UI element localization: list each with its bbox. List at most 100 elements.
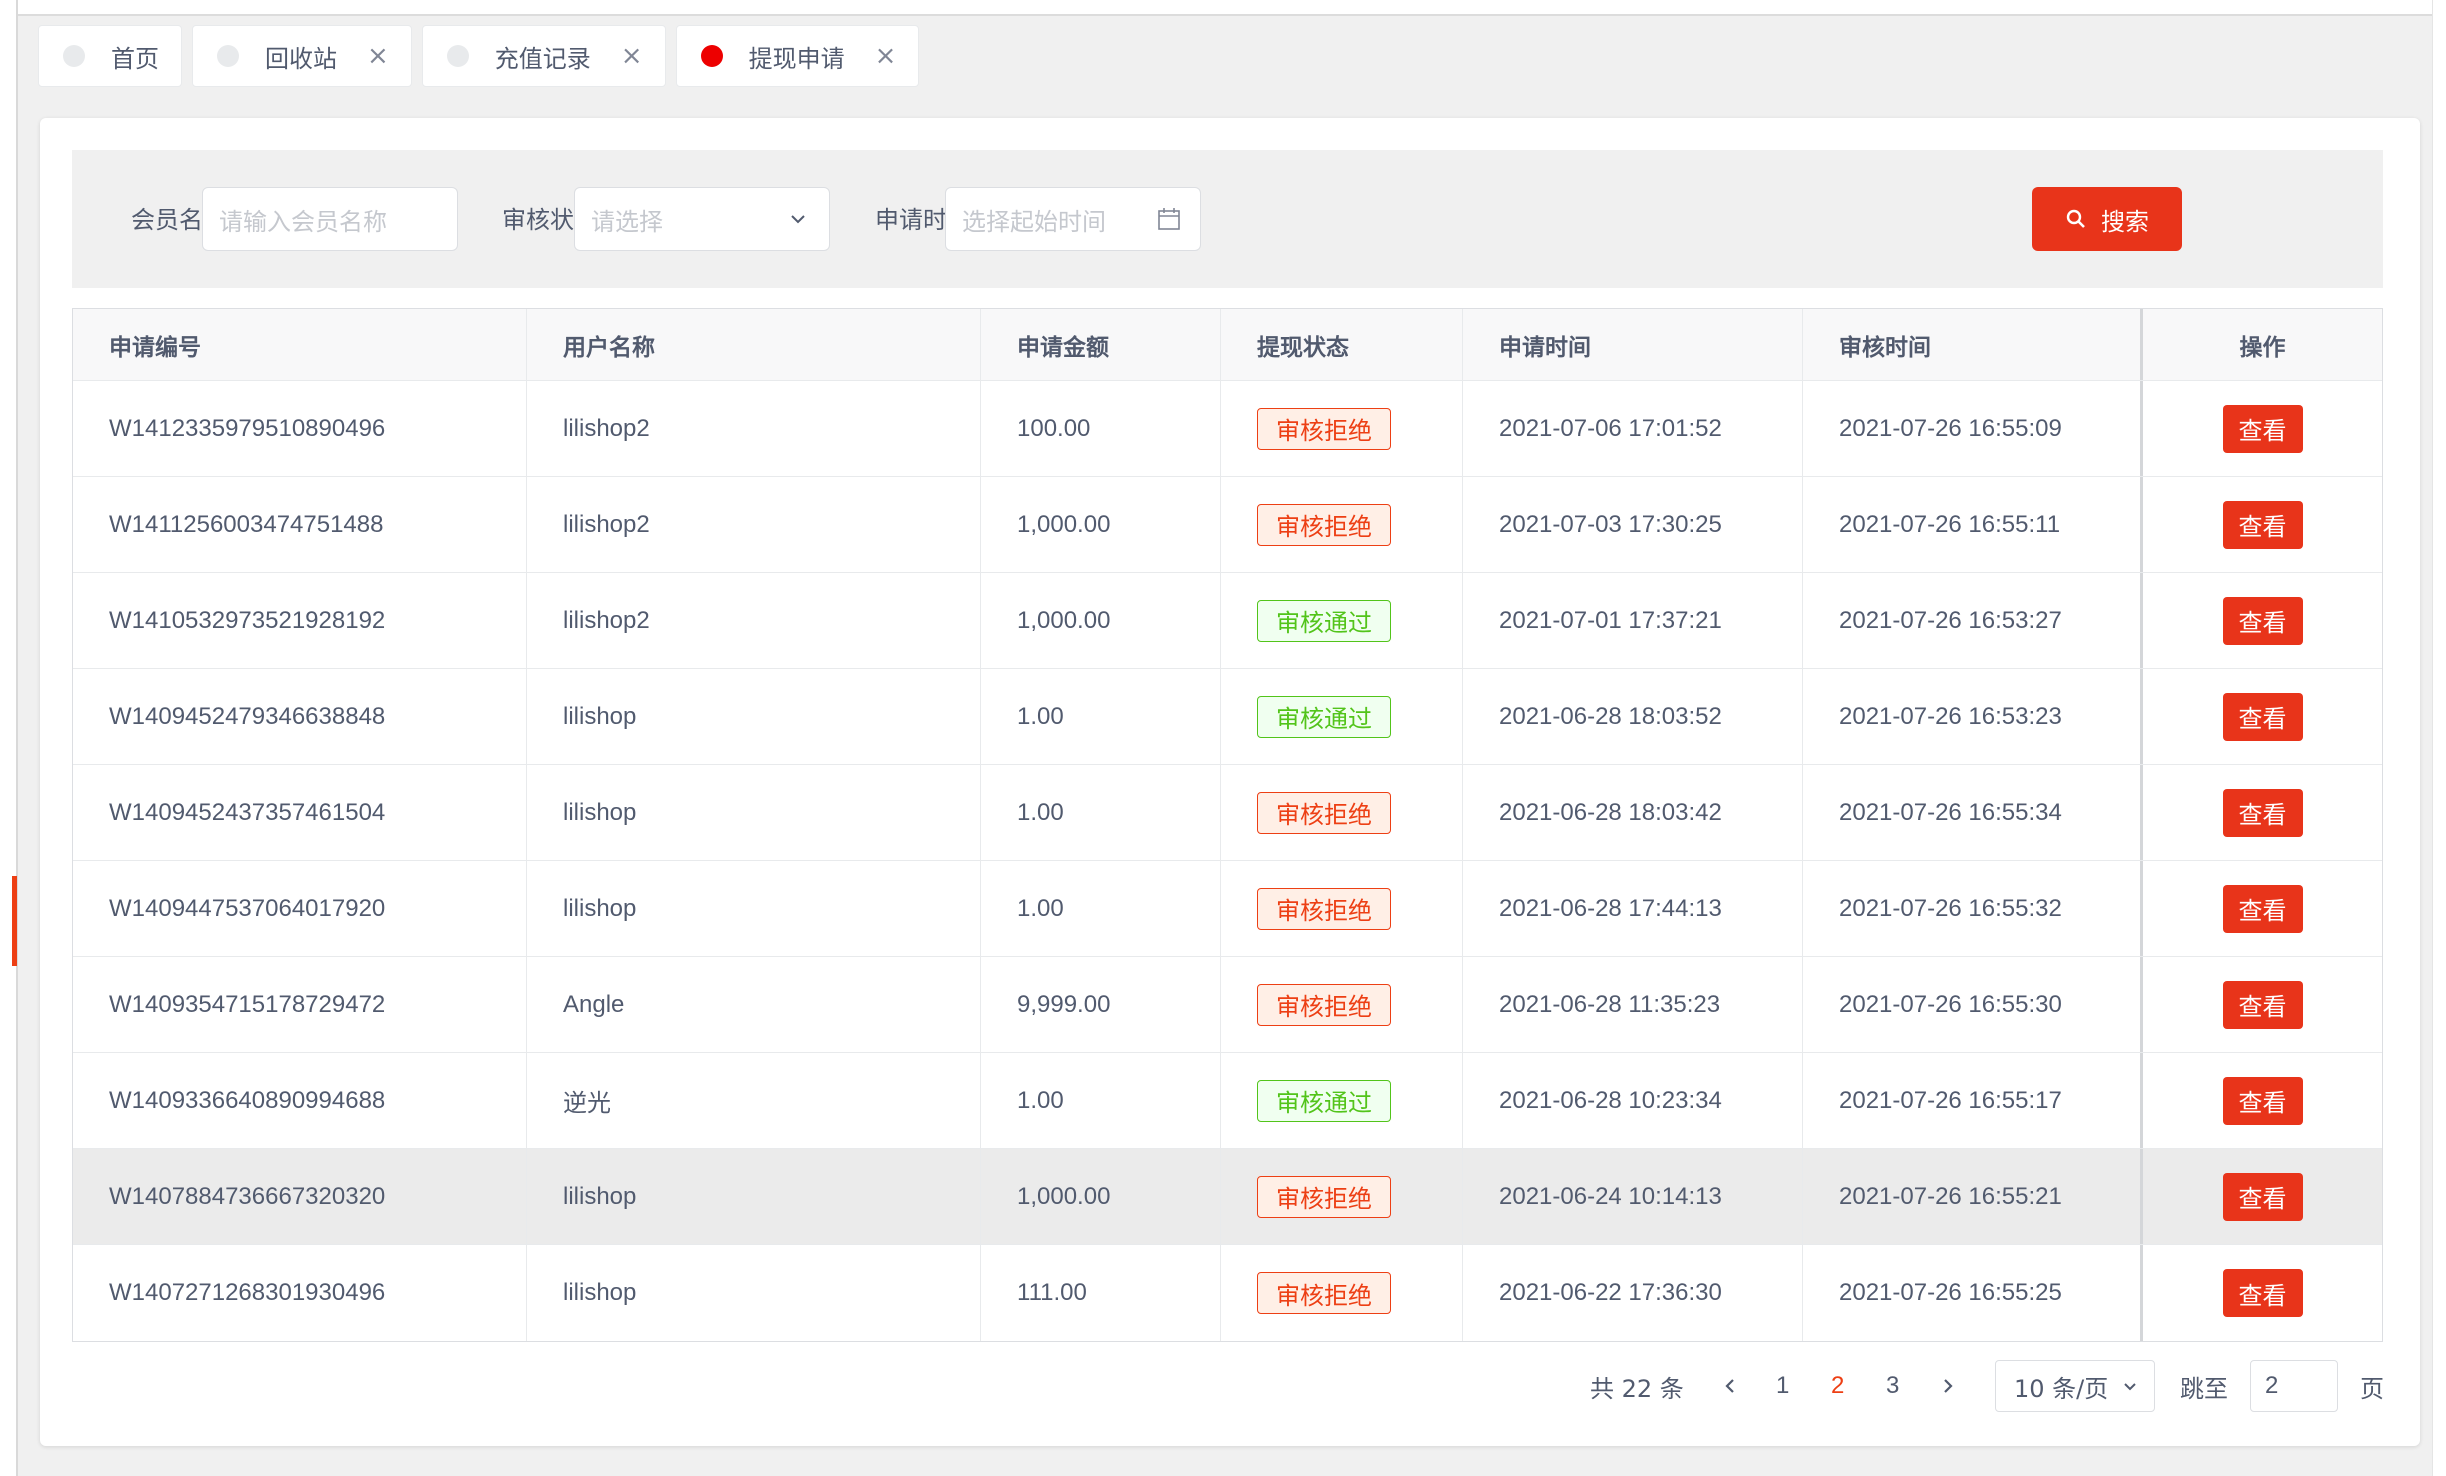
audit-time-cell: 2021-07-26 16:55:11 [1803, 477, 2143, 572]
apply-id-cell: W1409447537064017920 [73, 861, 527, 956]
view-button[interactable]: 查看 [2222, 404, 2303, 453]
apply-id-cell: W1409452479346638848 [73, 669, 527, 764]
chevron-down-icon [2124, 1383, 2136, 1391]
status-cell: 审核通过 [1221, 669, 1463, 764]
status-badge: 审核拒绝 [1257, 1175, 1391, 1218]
column-header: 用户名称 [527, 309, 981, 380]
action-cell: 查看 [2143, 573, 2382, 668]
apply-time-cell: 2021-07-01 17:37:21 [1463, 573, 1803, 668]
right-scroll-edge [2432, 0, 2446, 1476]
amount-cell: 9,999.00 [981, 957, 1221, 1052]
view-button[interactable]: 查看 [2222, 500, 2303, 549]
action-cell: 查看 [2143, 381, 2382, 476]
table-row: W1410532973521928192 lilishop2 1,000.00 审核通… [73, 573, 2382, 669]
table-row: W1407884736667320320 lilishop 1,000.00 审核拒绝… [73, 1149, 2382, 1245]
user-name-cell: lilishop [527, 1245, 981, 1341]
user-name-cell: lilishop2 [527, 381, 981, 476]
status-badge: 审核拒绝 [1257, 407, 1391, 450]
apply-id-cell: W1407884736667320320 [73, 1149, 527, 1244]
view-button[interactable]: 查看 [2222, 980, 2303, 1029]
prev-page-icon[interactable] [1720, 1360, 1740, 1412]
amount-cell: 1,000.00 [981, 1149, 1221, 1244]
page-item-2[interactable]: 2 [1831, 1360, 1844, 1412]
tab-label: 首页 [111, 44, 159, 73]
search-button[interactable]: 搜索 [2032, 187, 2182, 251]
table-row: W1409452437357461504 lilishop 1.00 审核拒绝 2021… [73, 765, 2382, 861]
column-header: 审核时间 [1803, 309, 2143, 380]
apply-id-cell: W1407271268301930496 [73, 1245, 527, 1341]
withdraw-table: 申请编号 用户名称 申请金额 提现状态 申请时间 审核时间 操作 W141233… [72, 308, 2383, 1342]
page-size-select[interactable]: 10 条/页 [1995, 1360, 2155, 1412]
action-cell: 查看 [2143, 765, 2382, 860]
tab-recharge-records[interactable]: 充值记录 × [421, 25, 666, 87]
tab-withdraw-apply[interactable]: 提现申请 × [675, 25, 920, 87]
status-badge: 审核拒绝 [1257, 887, 1391, 930]
action-cell: 查看 [2143, 669, 2382, 764]
audit-status-placeholder: 请选择 [591, 208, 663, 236]
page-item-3[interactable]: 3 [1886, 1360, 1899, 1412]
status-badge: 审核通过 [1257, 695, 1391, 738]
audit-time-cell: 2021-07-26 16:55:30 [1803, 957, 2143, 1052]
view-button[interactable]: 查看 [2222, 788, 2303, 837]
audit-time-cell: 2021-07-26 16:53:27 [1803, 573, 2143, 668]
apply-time-cell: 2021-06-28 17:44:13 [1463, 861, 1803, 956]
apply-time-cell: 2021-06-28 18:03:52 [1463, 669, 1803, 764]
close-icon[interactable]: × [875, 43, 897, 69]
status-cell: 审核拒绝 [1221, 1149, 1463, 1244]
status-badge: 审核通过 [1257, 599, 1391, 642]
apply-time-placeholder: 选择起始时间 [962, 208, 1106, 236]
page-item-1[interactable]: 1 [1776, 1360, 1789, 1412]
close-icon[interactable]: × [367, 43, 389, 69]
action-cell: 查看 [2143, 1053, 2382, 1148]
jump-page-input[interactable]: 2 [2250, 1360, 2338, 1412]
view-button[interactable]: 查看 [2222, 884, 2303, 933]
close-icon[interactable]: × [621, 43, 643, 69]
tab-status-dot [217, 45, 239, 67]
tab-home[interactable]: 首页 [38, 25, 182, 87]
action-cell: 查看 [2143, 477, 2382, 572]
apply-id-cell: W1411256003474751488 [73, 477, 527, 572]
view-button[interactable]: 查看 [2222, 1076, 2303, 1125]
column-header: 申请金额 [981, 309, 1221, 380]
status-cell: 审核通过 [1221, 1053, 1463, 1148]
apply-id-cell: W1412335979510890496 [73, 381, 527, 476]
member-name-input[interactable]: 请输入会员名称 [202, 187, 458, 251]
amount-cell: 1,000.00 [981, 477, 1221, 572]
audit-time-cell: 2021-07-26 16:55:34 [1803, 765, 2143, 860]
column-header: 操作 [2239, 334, 2286, 361]
view-button[interactable]: 查看 [2222, 596, 2303, 645]
user-name-cell: lilishop [527, 669, 981, 764]
status-cell: 审核拒绝 [1221, 1245, 1463, 1341]
amount-cell: 111.00 [981, 1245, 1221, 1341]
search-form: 会员名称 请输入会员名称 审核状态 请选择 申请时间 选择起始时间 搜索 [72, 150, 2383, 288]
audit-time-cell: 2021-07-26 16:55:21 [1803, 1149, 2143, 1244]
view-button[interactable]: 查看 [2222, 1172, 2303, 1221]
user-name-cell: lilishop [527, 1149, 981, 1244]
apply-id-cell: W1409336640890994688 [73, 1053, 527, 1148]
tab-label: 提现申请 [748, 44, 845, 73]
search-icon [2066, 209, 2085, 228]
amount-cell: 1,000.00 [981, 573, 1221, 668]
tab-recycle-bin[interactable]: 回收站 × [192, 25, 412, 87]
column-header: 申请时间 [1463, 309, 1803, 380]
table-body: W1412335979510890496 lilishop2 100.00 审核拒绝 2… [73, 381, 2382, 1341]
next-page-icon[interactable] [1938, 1360, 1958, 1412]
search-button-label: 搜索 [2101, 207, 2149, 236]
audit-time-cell: 2021-07-26 16:55:25 [1803, 1245, 2143, 1341]
tab-label: 充值记录 [494, 44, 591, 73]
amount-cell: 1.00 [981, 1053, 1221, 1148]
table-header-row: 申请编号 用户名称 申请金额 提现状态 申请时间 审核时间 操作 [73, 309, 2382, 381]
apply-time-picker[interactable]: 选择起始时间 [945, 187, 1201, 251]
view-button[interactable]: 查看 [2222, 1269, 2303, 1317]
page-tabs: 首页 回收站 × 充值记录 × 提现申请 × [38, 25, 929, 87]
audit-status-select[interactable]: 请选择 [574, 187, 830, 251]
audit-time-cell: 2021-07-26 16:55:17 [1803, 1053, 2143, 1148]
view-button[interactable]: 查看 [2222, 692, 2303, 741]
amount-cell: 1.00 [981, 669, 1221, 764]
user-name-cell: lilishop [527, 765, 981, 860]
table-row: W1412335979510890496 lilishop2 100.00 审核拒绝 2… [73, 381, 2382, 477]
status-badge: 审核拒绝 [1257, 791, 1391, 834]
table-row: W1409336640890994688 逆光 1.00 审核通过 2021-06-28… [73, 1053, 2382, 1149]
column-header: 提现状态 [1221, 309, 1463, 380]
page-size-value: 10 条/页 [2014, 1374, 2109, 1403]
